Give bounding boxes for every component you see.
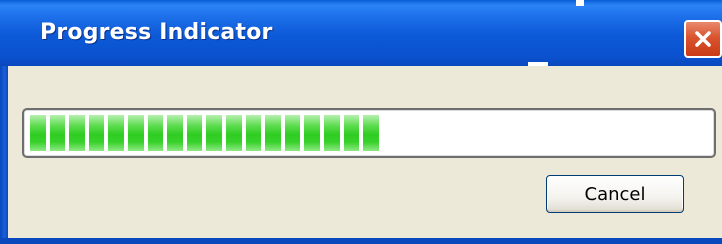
cancel-button[interactable]: Cancel [546, 175, 684, 213]
progress-block [108, 115, 124, 151]
close-icon [692, 28, 714, 50]
progress-track [30, 115, 708, 151]
progress-bar [22, 108, 716, 158]
progress-block [147, 115, 164, 151]
progress-block [30, 115, 46, 151]
window-left-border [0, 66, 8, 244]
progress-block [49, 115, 66, 151]
title-bar-notch [576, 0, 584, 6]
progress-block [186, 115, 203, 151]
progress-block [265, 115, 281, 151]
progress-block [343, 115, 360, 151]
progress-block [363, 115, 379, 151]
progress-block [69, 115, 85, 151]
progress-block [167, 115, 183, 151]
progress-block [88, 115, 105, 151]
progress-block [225, 115, 242, 151]
progress-block [304, 115, 320, 151]
progress-block [323, 115, 340, 151]
progress-fill [30, 115, 379, 151]
title-bar[interactable]: Progress Indicator [0, 0, 722, 66]
close-button[interactable] [684, 20, 722, 58]
window-bottom-border [0, 238, 722, 244]
progress-block [127, 115, 144, 151]
progress-block [245, 115, 262, 151]
progress-block [206, 115, 222, 151]
progress-dialog: Progress Indicator Cancel [0, 0, 722, 244]
window-title: Progress Indicator [40, 20, 273, 45]
title-bar-notch [528, 62, 548, 66]
progress-block [284, 115, 301, 151]
